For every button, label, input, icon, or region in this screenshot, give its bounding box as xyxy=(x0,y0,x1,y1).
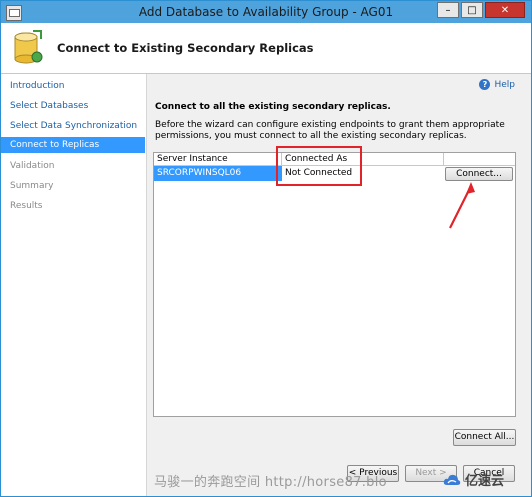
database-wizard-icon xyxy=(14,30,43,64)
minimize-button[interactable]: – xyxy=(437,2,459,18)
nav-item-validation: Validation xyxy=(10,161,55,171)
title-bar: Add Database to Availability Group - AG0… xyxy=(1,1,531,23)
wizard-header: Connect to Existing Secondary Replicas xyxy=(1,23,531,74)
nav-item-results: Results xyxy=(10,201,43,211)
column-header-action xyxy=(444,153,515,165)
maximize-button[interactable]: □ xyxy=(461,2,483,18)
page-title: Connect to Existing Secondary Replicas xyxy=(57,41,314,55)
brand-label: 亿速云 xyxy=(465,474,505,489)
connect-button[interactable]: Connect... xyxy=(445,167,513,181)
wizard-window: Add Database to Availability Group - AG0… xyxy=(0,0,532,497)
brand-watermark: 亿速云 xyxy=(443,470,504,489)
nav-item-select-databases[interactable]: Select Databases xyxy=(1,98,145,114)
column-header-server-instance: Server Instance xyxy=(154,153,282,165)
nav-item-introduction[interactable]: Introduction xyxy=(1,78,145,94)
close-button[interactable]: ✕ xyxy=(485,2,525,18)
section-title: Connect to all the existing secondary re… xyxy=(155,102,391,112)
help-link[interactable]: ? Help xyxy=(479,79,515,90)
highlight-box xyxy=(276,146,362,186)
nav-item-summary: Summary xyxy=(10,181,54,191)
watermark-text: 马骏一的奔跑空间 http://horse87.blo xyxy=(154,475,387,490)
connect-all-button[interactable]: Connect All... xyxy=(453,429,516,446)
wizard-steps-sidebar: Introduction Select Databases Select Dat… xyxy=(1,74,147,496)
help-icon: ? xyxy=(479,79,491,90)
server-instance-cell[interactable]: SRCORPWINSQL06 xyxy=(154,166,282,181)
section-description: Before the wizard can configure existing… xyxy=(155,120,505,141)
main-panel: ? Help Connect to all the existing secon… xyxy=(147,74,531,496)
nav-item-connect-to-replicas[interactable]: Connect to Replicas xyxy=(1,137,145,153)
nav-item-select-data-synchronization[interactable]: Select Data Synchronization xyxy=(1,118,145,134)
cloud-logo-icon xyxy=(443,474,461,485)
help-label: Help xyxy=(494,79,515,90)
annotation-arrow-icon xyxy=(449,182,475,229)
